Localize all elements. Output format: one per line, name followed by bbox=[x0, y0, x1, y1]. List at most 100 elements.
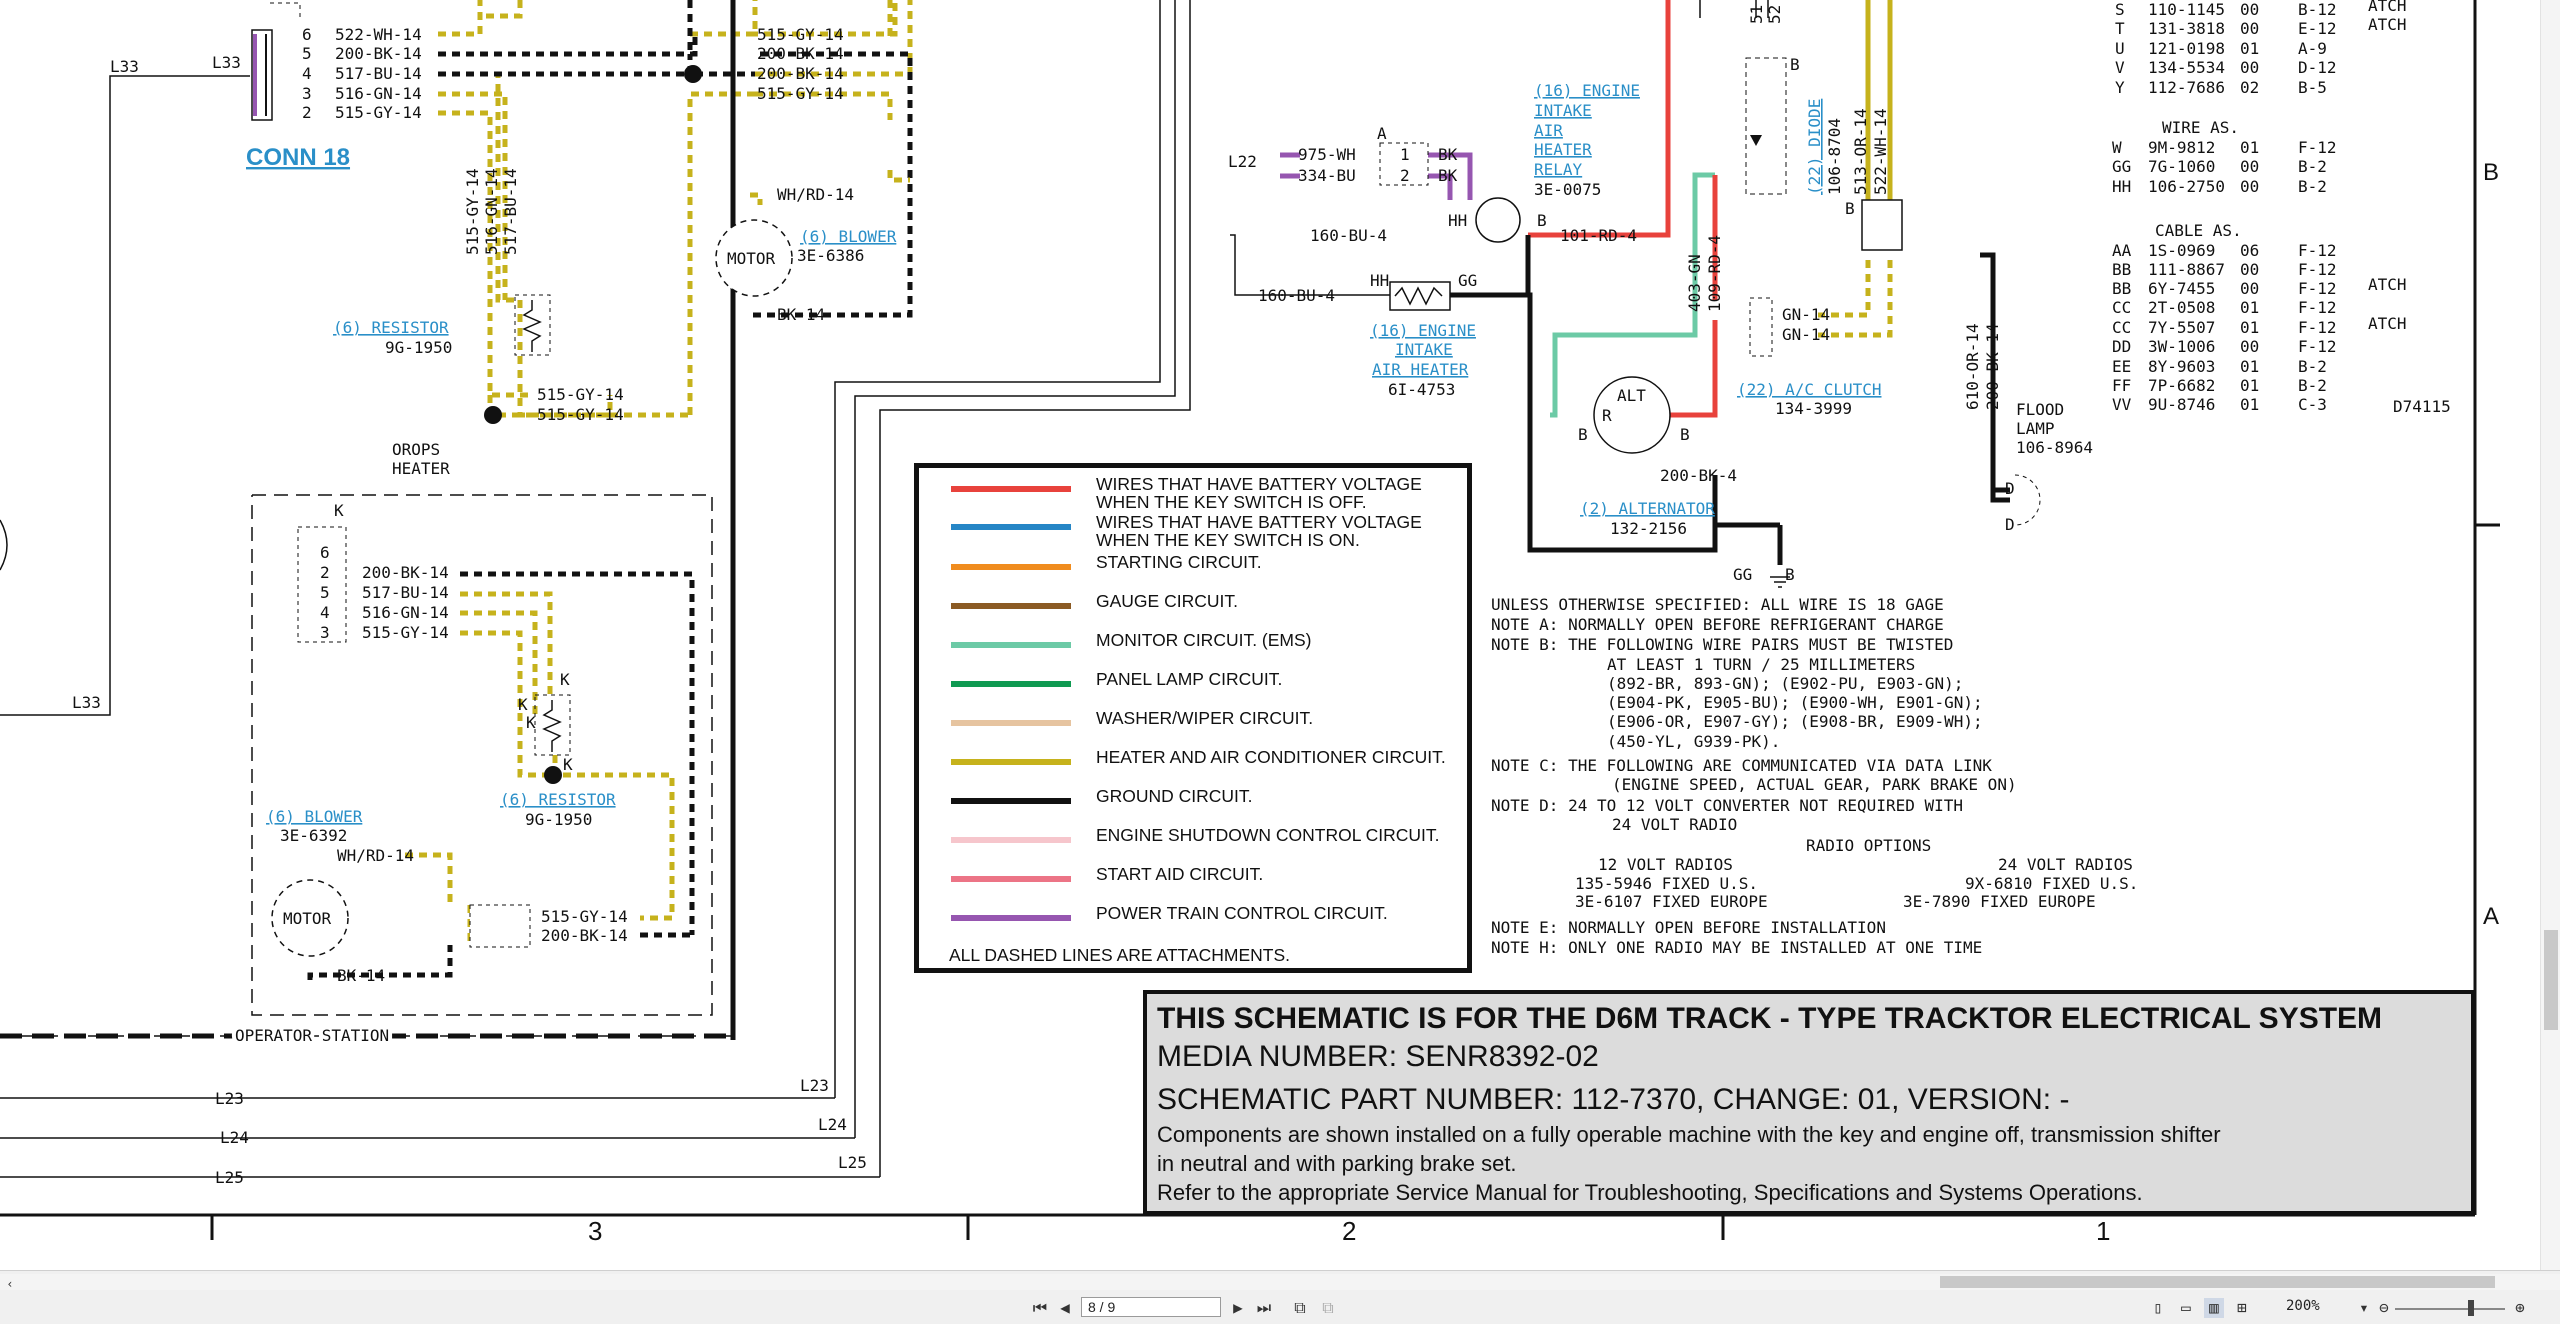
alternator-r: R bbox=[1602, 406, 1612, 425]
ca-cc2-id: CC bbox=[2112, 318, 2131, 337]
ca-vv-loc: C-3 bbox=[2298, 395, 2327, 414]
legend-swatch bbox=[951, 524, 1071, 530]
blower-top-motor-label: MOTOR bbox=[727, 249, 776, 268]
alternator-part: 132-2156 bbox=[1610, 519, 1687, 538]
relay-out-wire: 101-RD-4 bbox=[1560, 226, 1637, 245]
legend-label: POWER TRAIN CONTROL CIRCUIT. bbox=[1096, 903, 1388, 923]
horizontal-scrollbar[interactable]: ‹ bbox=[0, 1274, 2560, 1291]
relay-ref-line5[interactable]: RELAY bbox=[1534, 160, 1583, 179]
note-line-11: 24 VOLT RADIO bbox=[1612, 815, 1737, 834]
blower-top-wire-in: WH/RD-14 bbox=[777, 185, 854, 204]
op-wire-516: 516-GN-14 bbox=[362, 603, 449, 622]
note-line-10: NOTE D: 24 TO 12 VOLT CONVERTER NOT REQU… bbox=[1491, 796, 1963, 815]
conn18-wire-516: 516-GN-14 bbox=[335, 84, 422, 103]
two-page-view-icon[interactable]: ▥ bbox=[2204, 1298, 2224, 1318]
ca-ee-part: 8Y-9603 bbox=[2148, 357, 2215, 376]
title-desc-2: in neutral and with parking brake set. bbox=[1157, 1151, 1517, 1176]
previous-page-icon[interactable]: ◀ bbox=[1055, 1298, 1075, 1318]
first-page-icon[interactable]: ⏮ bbox=[1030, 1298, 1050, 1318]
continuous-view-icon[interactable]: ▭ bbox=[2176, 1298, 2196, 1318]
wa-hh-id: HH bbox=[2112, 177, 2131, 196]
fit-view-icon[interactable]: ⊞ bbox=[2232, 1298, 2252, 1318]
vertical-wire-515: 515-GY-14 bbox=[463, 168, 482, 255]
heater-ref-line2[interactable]: INTAKE bbox=[1395, 340, 1453, 359]
wa-hh-loc: B-2 bbox=[2298, 177, 2327, 196]
wa-w-id: W bbox=[2112, 138, 2122, 157]
resistor-top-wire-1: 515-GY-14 bbox=[537, 385, 624, 404]
operator-station-label: OPERATOR STATION bbox=[235, 1026, 389, 1045]
copy-icon[interactable]: ⧉ bbox=[1290, 1298, 1310, 1318]
flood-lamp-part: 106-8964 bbox=[2016, 438, 2093, 457]
relay-coil-symbol bbox=[1475, 197, 1521, 243]
resistor-bot-link[interactable]: (6) RESISTOR bbox=[500, 790, 616, 809]
conn18-link[interactable]: CONN 18 bbox=[246, 144, 350, 171]
alternator-link[interactable]: (2) ALTERNATOR bbox=[1580, 499, 1715, 518]
diode-link[interactable]: (22) DIODE bbox=[1805, 99, 1824, 195]
conn18-wire-515: 515-GY-14 bbox=[335, 103, 422, 122]
conn18-pin-2: 2 bbox=[302, 103, 312, 122]
zoom-dropdown-icon[interactable]: ▾ bbox=[2354, 1298, 2374, 1318]
relay-ref-line2[interactable]: INTAKE bbox=[1534, 101, 1592, 120]
zoom-level[interactable]: 200% bbox=[2286, 1298, 2320, 1314]
ca-vv-part: 9U-8746 bbox=[2148, 395, 2215, 414]
vertical-scroll-thumb[interactable] bbox=[2544, 930, 2558, 1030]
legend-label: WIRES THAT HAVE BATTERY VOLTAGE WHEN THE… bbox=[1096, 512, 1422, 550]
junction-wire-200a: 200-BK-14 bbox=[757, 44, 844, 63]
page-number-input[interactable] bbox=[1081, 1297, 1221, 1317]
zoom-in-icon[interactable]: ⊕ bbox=[2510, 1298, 2530, 1318]
pt-t-loc: E-12 bbox=[2298, 19, 2337, 38]
flood-lamp-label-2: LAMP bbox=[2016, 419, 2055, 438]
legend-item: HEATER AND AIR CONDITIONER CIRCUIT. bbox=[919, 746, 1467, 782]
ca-dd-rev: 00 bbox=[2240, 337, 2259, 356]
col-marker-1: 1 bbox=[2096, 1216, 2110, 1246]
relay-ref-line3[interactable]: AIR bbox=[1534, 121, 1563, 140]
legend-label: WIRES THAT HAVE BATTERY VOLTAGE WHEN THE… bbox=[1096, 474, 1422, 512]
ca-bb2-loc: F-12 bbox=[2298, 279, 2337, 298]
horizontal-scroll-thumb[interactable] bbox=[1940, 1276, 2495, 1288]
heater-ref-line1[interactable]: (16) ENGINE bbox=[1370, 321, 1476, 340]
single-page-view-icon[interactable]: ▯ bbox=[2148, 1298, 2168, 1318]
resistor-top-link[interactable]: (6) RESISTOR bbox=[333, 318, 449, 337]
blower-bot-wire-in: WH/RD-14 bbox=[337, 846, 414, 865]
paste-icon[interactable]: ⧉ bbox=[1318, 1298, 1338, 1318]
relay-ref-line4[interactable]: HEATER bbox=[1534, 140, 1592, 159]
legend-swatch bbox=[951, 486, 1071, 492]
pt-s-id: S bbox=[2115, 0, 2125, 19]
note-line-2: NOTE B: THE FOLLOWING WIRE PAIRS MUST BE… bbox=[1491, 635, 1953, 654]
ac-clutch-link[interactable]: (22) A/C CLUTCH bbox=[1737, 380, 1882, 399]
zoom-slider-thumb[interactable] bbox=[2468, 1300, 2474, 1316]
ca-dd-part: 3W-1006 bbox=[2148, 337, 2215, 356]
relay-wire-334: 334-BU bbox=[1298, 166, 1356, 185]
ref-l24-right: L24 bbox=[818, 1115, 847, 1134]
parts-table: S 110-1145 00 B-12 ATCH T 131-3818 00 E-… bbox=[2112, 0, 2451, 416]
relay-pin-hh: HH bbox=[1448, 211, 1467, 230]
ref-l33-bottom: L33 bbox=[72, 693, 101, 712]
relay-ref-line1[interactable]: (16) ENGINE bbox=[1534, 81, 1640, 100]
op-wire-517: 517-BU-14 bbox=[362, 583, 449, 602]
blower-bot-link[interactable]: (6) BLOWER bbox=[266, 807, 363, 826]
radio-title: RADIO OPTIONS bbox=[1806, 836, 1931, 855]
heater-wire-in: 160-BU-4 bbox=[1258, 286, 1335, 305]
resistor-bot-k-low: K bbox=[526, 713, 536, 732]
legend-footer: ALL DASHED LINES ARE ATTACHMENTS. bbox=[949, 945, 1291, 965]
blower-top-part: 3E-6386 bbox=[797, 246, 864, 265]
row-marker-b: B bbox=[2483, 159, 2499, 186]
ca-ff-part: 7P-6682 bbox=[2148, 376, 2215, 395]
cable-as-title: CABLE AS. bbox=[2155, 221, 2242, 240]
last-page-icon[interactable]: ⏭ bbox=[1254, 1298, 1274, 1318]
blower-top-link[interactable]: (6) BLOWER bbox=[800, 227, 897, 246]
legend-swatch bbox=[951, 759, 1071, 765]
flood-lamp-wire-200: 200-BK-14 bbox=[1983, 323, 2002, 410]
heater-wire-in-2: 160-BU-4 bbox=[1310, 226, 1387, 245]
alternator-b-left: B bbox=[1578, 425, 1588, 444]
vertical-scrollbar[interactable] bbox=[2540, 0, 2560, 1272]
pt-s-part: 110-1145 bbox=[2148, 0, 2225, 19]
ca-cc1-loc: F-12 bbox=[2298, 298, 2337, 317]
zoom-slider[interactable] bbox=[2395, 1308, 2505, 1310]
scroll-left-icon[interactable]: ‹ bbox=[0, 1274, 20, 1294]
ref-l33-left: L33 bbox=[110, 57, 139, 76]
flood-lamp-symbol bbox=[2014, 474, 2041, 526]
next-page-icon[interactable]: ▶ bbox=[1228, 1298, 1248, 1318]
heater-ref-line3[interactable]: AIR HEATER bbox=[1372, 360, 1469, 379]
zoom-out-icon[interactable]: ⊖ bbox=[2374, 1298, 2394, 1318]
